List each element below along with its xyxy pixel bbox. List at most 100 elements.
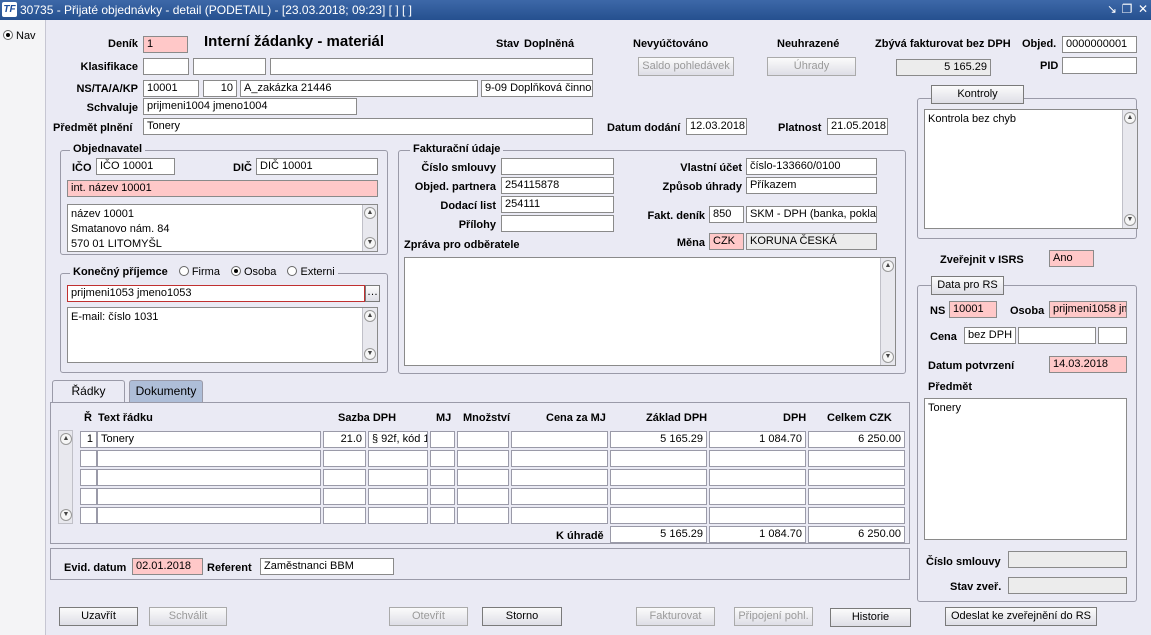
denik-field[interactable]: 1 <box>143 36 188 53</box>
scroll-down-icon[interactable]: ▼ <box>60 509 72 521</box>
referent-field[interactable]: Zaměstnanci BBM <box>260 558 394 575</box>
klasifikace-field-1[interactable] <box>143 58 189 75</box>
prijemce-lookup-button[interactable]: … <box>365 285 380 302</box>
cell-mnozstvi[interactable] <box>457 431 509 448</box>
objed-field[interactable]: 0000000001 <box>1062 36 1137 53</box>
rs-osoba-field[interactable]: prijmeni1058 jm <box>1049 301 1127 318</box>
scroll-down-icon[interactable]: ▼ <box>364 237 376 249</box>
historie-button[interactable]: Historie <box>830 608 911 627</box>
zpusob-uhrady-field[interactable]: Příkazem <box>746 177 877 194</box>
scroll-up-icon[interactable]: ▲ <box>1124 112 1136 124</box>
scroll-down-icon[interactable]: ▼ <box>364 348 376 360</box>
cell-zaklad[interactable] <box>610 469 707 486</box>
scroll-down-icon[interactable]: ▼ <box>1124 214 1136 226</box>
klasifikace-field-2[interactable] <box>193 58 266 75</box>
klasifikace-field-3[interactable] <box>270 58 593 75</box>
cell-mnozstvi[interactable] <box>457 469 509 486</box>
storno-button[interactable]: Storno <box>482 607 562 626</box>
vlastni-ucet-field[interactable]: číslo-133660/0100 <box>746 158 877 175</box>
cell-dph[interactable] <box>709 488 806 505</box>
cell-sazba[interactable] <box>323 469 366 486</box>
scroll-up-icon[interactable]: ▲ <box>364 207 376 219</box>
cell-cena[interactable] <box>511 507 608 524</box>
objed-partnera-field[interactable]: 254115878 <box>501 177 614 194</box>
cislo-smlouvy-field[interactable] <box>501 158 614 175</box>
rs-ns-field[interactable]: 10001 <box>949 301 997 318</box>
rs-cena-value-field[interactable] <box>1018 327 1096 344</box>
pripojeni-pohl-button[interactable]: Připojení pohl. <box>734 607 813 626</box>
cell-text[interactable] <box>97 450 321 467</box>
tab-dokumenty[interactable]: Dokumenty <box>129 380 203 402</box>
isrs-field[interactable]: Ano <box>1049 250 1094 267</box>
uhrady-button[interactable]: Úhrady <box>767 57 856 76</box>
datum-dodani-field[interactable]: 12.03.2018 <box>686 118 747 135</box>
cell-celkem[interactable] <box>808 469 905 486</box>
cell-zaklad[interactable] <box>610 450 707 467</box>
address-scrollbar[interactable]: ▲ ▼ <box>362 205 377 251</box>
cell-cena[interactable] <box>511 450 608 467</box>
ns-field[interactable]: 10001 <box>143 80 199 97</box>
schvalit-button[interactable]: Schválit <box>149 607 227 626</box>
cell-text[interactable] <box>97 507 321 524</box>
cell-text[interactable]: Tonery <box>97 431 321 448</box>
cell-sazba[interactable] <box>323 507 366 524</box>
cell-mnozstvi[interactable] <box>457 450 509 467</box>
cell-mnozstvi[interactable] <box>457 507 509 524</box>
scroll-up-icon[interactable]: ▲ <box>60 433 72 445</box>
minimize-icon[interactable]: ↘ <box>1105 2 1119 17</box>
cell-sazba[interactable]: 21.0 <box>323 431 366 448</box>
cell-kod[interactable] <box>368 507 428 524</box>
prijemce-scrollbar[interactable]: ▲ ▼ <box>362 308 377 362</box>
pid-field[interactable] <box>1062 57 1137 74</box>
cell-celkem[interactable] <box>808 488 905 505</box>
tab-radky[interactable]: Řádky <box>52 380 125 403</box>
cell-r[interactable] <box>80 488 97 505</box>
schvaluje-field[interactable]: prijmeni1004 jmeno1004 <box>143 98 357 115</box>
radio-firma-icon[interactable] <box>178 266 189 276</box>
fakt-denik-field[interactable]: 850 <box>709 206 744 223</box>
cell-r[interactable]: 1 <box>80 431 97 448</box>
prijemce-name-field[interactable]: prijmeni1053 jmeno1053 <box>67 285 365 302</box>
cell-mj[interactable] <box>430 431 455 448</box>
prijemce-note[interactable]: E-mail: číslo 1031 ▲ ▼ <box>67 307 378 363</box>
kontroly-scrollbar[interactable]: ▲ ▼ <box>1122 110 1137 228</box>
restore-icon[interactable]: ❐ <box>1120 2 1134 17</box>
ta-field[interactable]: 10 <box>203 80 237 97</box>
int-nazev-field[interactable]: int. název 10001 <box>67 180 378 197</box>
radio-firma[interactable]: Firma <box>178 266 220 278</box>
mena-field[interactable]: CZK <box>709 233 744 250</box>
cell-kod[interactable] <box>368 450 428 467</box>
cell-kod[interactable]: § 92f, kód 1 <box>368 431 428 448</box>
cell-sazba[interactable] <box>323 488 366 505</box>
cell-text[interactable] <box>97 469 321 486</box>
uzavrit-button[interactable]: Uzavřít <box>59 607 138 626</box>
rs-predmet-textarea[interactable]: Tonery <box>924 398 1127 540</box>
kontroly-button[interactable]: Kontroly <box>931 85 1024 104</box>
prilohy-field[interactable] <box>501 215 614 232</box>
cell-dph[interactable]: 1 084.70 <box>709 431 806 448</box>
cell-dph[interactable] <box>709 450 806 467</box>
nav-option[interactable]: Nav <box>3 30 36 42</box>
cell-text[interactable] <box>97 488 321 505</box>
cell-sazba[interactable] <box>323 450 366 467</box>
radio-externi[interactable]: Externi <box>287 266 335 278</box>
cell-dph[interactable] <box>709 469 806 486</box>
fakt-denik-name-field[interactable]: SKM - DPH (banka, poklad <box>746 206 877 223</box>
rs-datum-field[interactable]: 14.03.2018 <box>1049 356 1127 373</box>
zprava-textarea[interactable]: ▲ ▼ <box>404 257 896 366</box>
platnost-field[interactable]: 21.05.2018 <box>827 118 888 135</box>
odeslat-rs-button[interactable]: Odeslat ke zveřejnění do RS <box>945 607 1097 626</box>
objednavatel-address[interactable]: název 10001 Smatanovo nám. 84 570 01 LIT… <box>67 204 378 252</box>
ico-field[interactable]: IČO 10001 <box>96 158 175 175</box>
cell-celkem[interactable] <box>808 450 905 467</box>
zprava-scrollbar[interactable]: ▲ ▼ <box>880 258 895 365</box>
dic-field[interactable]: DIČ 10001 <box>256 158 378 175</box>
close-icon[interactable]: ✕ <box>1136 2 1150 17</box>
cell-dph[interactable] <box>709 507 806 524</box>
evid-datum-field[interactable]: 02.01.2018 <box>132 558 203 575</box>
cell-mnozstvi[interactable] <box>457 488 509 505</box>
data-pro-rs-button[interactable]: Data pro RS <box>931 276 1004 295</box>
kp-field[interactable]: 9-09 Doplňková činnos <box>481 80 593 97</box>
dodaci-list-field[interactable]: 254111 <box>501 196 614 213</box>
cell-celkem[interactable]: 6 250.00 <box>808 431 905 448</box>
